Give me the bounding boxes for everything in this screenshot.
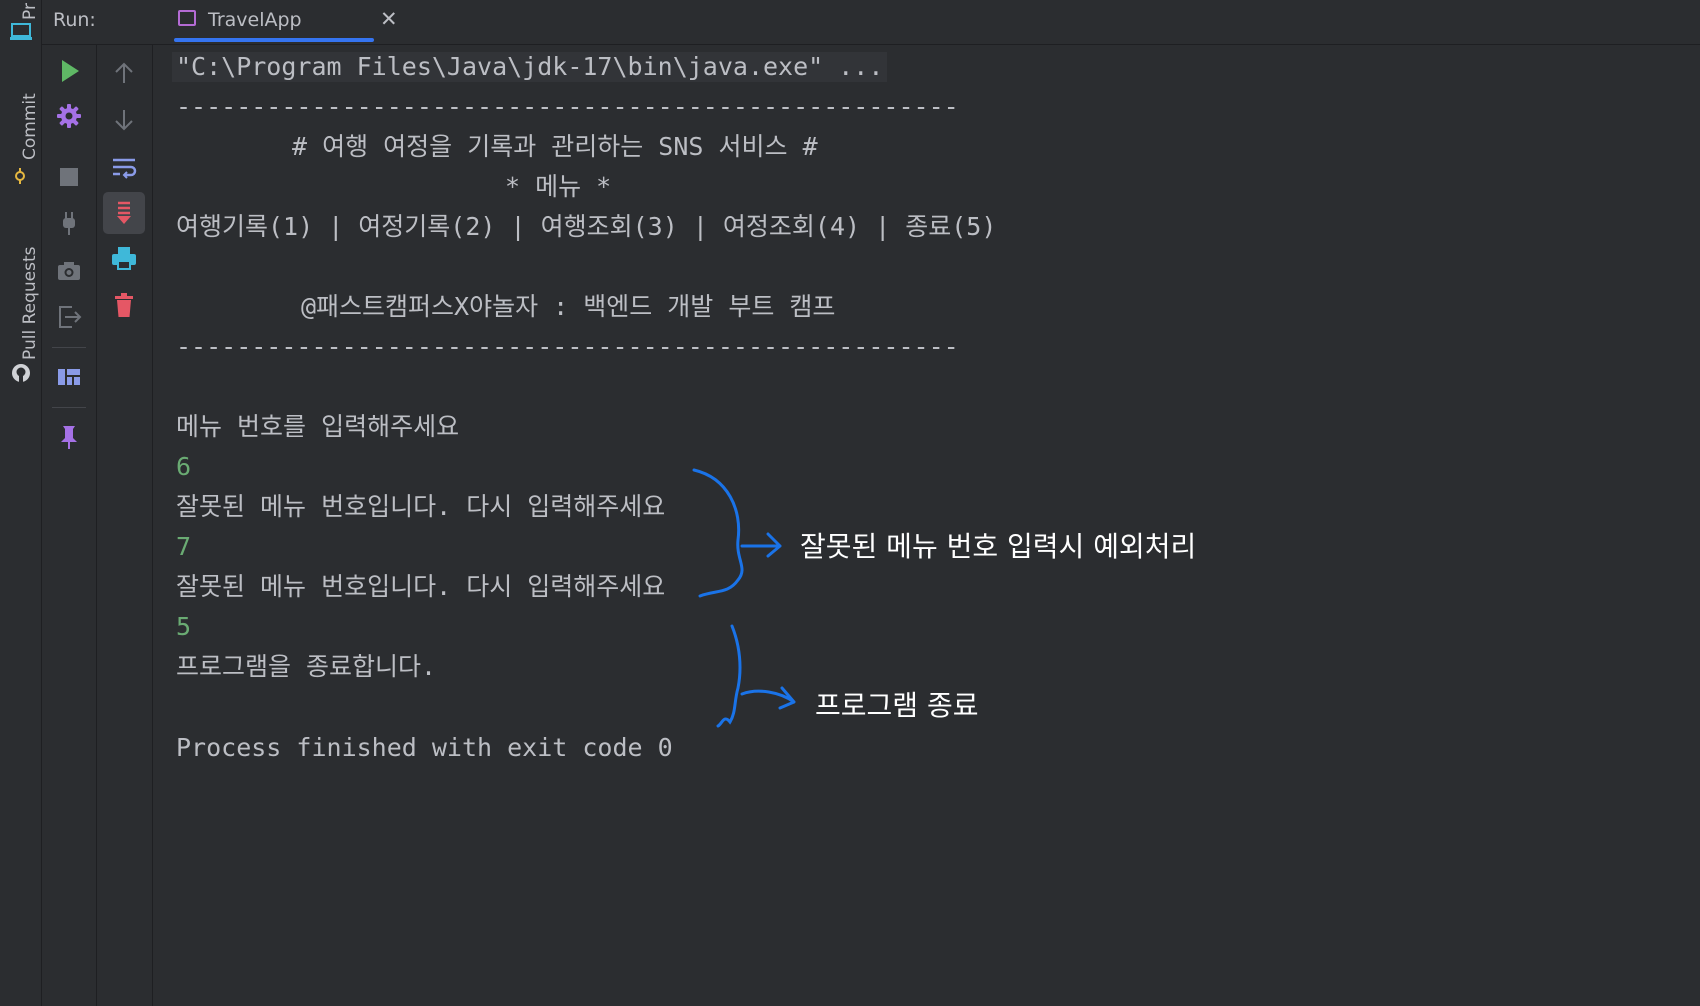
toolbar-separator: [52, 347, 86, 348]
stop-icon[interactable]: [55, 163, 83, 191]
run-tool-window-header: Run: TravelApp ✕: [42, 0, 1700, 45]
menu-heading: * 메뉴 *: [505, 172, 612, 201]
service-title: # 여행 여정을 기록과 관리하는 SNS 서비스 #: [292, 132, 818, 161]
credit-line: @패스트캠퍼스X야놀자 : 백엔드 개발 부트 캠프: [301, 292, 836, 321]
run-label: Run:: [53, 9, 96, 31]
scroll-down-icon[interactable]: [110, 106, 138, 134]
project-tab[interactable]: Pr: [20, 3, 40, 20]
annotation-invalid-input: 잘못된 메뉴 번호 입력시 예외처리: [800, 530, 1197, 563]
close-icon[interactable]: ✕: [380, 7, 398, 31]
scroll-to-end-icon: [117, 201, 131, 224]
layout-icon[interactable]: [55, 363, 83, 391]
menu-options: 여행기록(1) | 여정기록(2) | 여행조회(3) | 여정조회(4) | …: [176, 212, 997, 241]
run-toolbar-secondary: [97, 45, 153, 1006]
scroll-up-icon[interactable]: [110, 59, 138, 87]
divider-top: ----------------------------------------…: [176, 92, 959, 121]
annotation-program-exit: 프로그램 종료: [815, 689, 979, 722]
user-input-3: 5: [176, 612, 192, 641]
project-icon[interactable]: [10, 22, 32, 42]
clear-icon[interactable]: [110, 291, 138, 319]
command-line: "C:\Program Files\Java\jdk-17\bin\java.e…: [172, 52, 888, 82]
print-icon[interactable]: [110, 244, 138, 272]
menu-prompt: 메뉴 번호를 입력해주세요: [176, 412, 460, 441]
active-tab-indicator: [174, 38, 374, 42]
soft-wrap-icon[interactable]: [110, 153, 138, 181]
left-tool-strip: Pr Commit Pull Requests: [0, 0, 42, 1006]
settings-icon[interactable]: [55, 102, 83, 130]
rerun-icon[interactable]: [55, 57, 83, 85]
run-tab-label: TravelApp: [208, 9, 302, 31]
toolbar-separator: [52, 407, 86, 408]
commit-icon[interactable]: [12, 168, 28, 184]
exit-icon[interactable]: [55, 303, 83, 331]
github-icon[interactable]: [10, 362, 32, 384]
pin-icon[interactable]: [55, 423, 83, 451]
error-message-1: 잘못된 메뉴 번호입니다. 다시 입력해주세요: [176, 492, 666, 521]
error-message-2: 잘못된 메뉴 번호입니다. 다시 입력해주세요: [176, 572, 666, 601]
camera-icon[interactable]: [55, 257, 83, 285]
divider-bottom: ----------------------------------------…: [176, 332, 959, 361]
scroll-to-end-button[interactable]: [103, 192, 145, 234]
plug-icon[interactable]: [55, 209, 83, 237]
run-tab-travelapp[interactable]: TravelApp ✕: [108, 0, 398, 44]
user-input-1: 6: [176, 452, 192, 481]
pull-requests-tab[interactable]: Pull Requests: [20, 247, 40, 361]
exit-message: 프로그램을 종료합니다.: [176, 652, 437, 681]
commit-tab[interactable]: Commit: [20, 93, 40, 160]
user-input-2: 7: [176, 532, 192, 561]
run-toolbar-primary: [42, 45, 97, 1006]
application-icon: [178, 10, 196, 26]
process-finished: Process finished with exit code 0: [176, 733, 673, 762]
